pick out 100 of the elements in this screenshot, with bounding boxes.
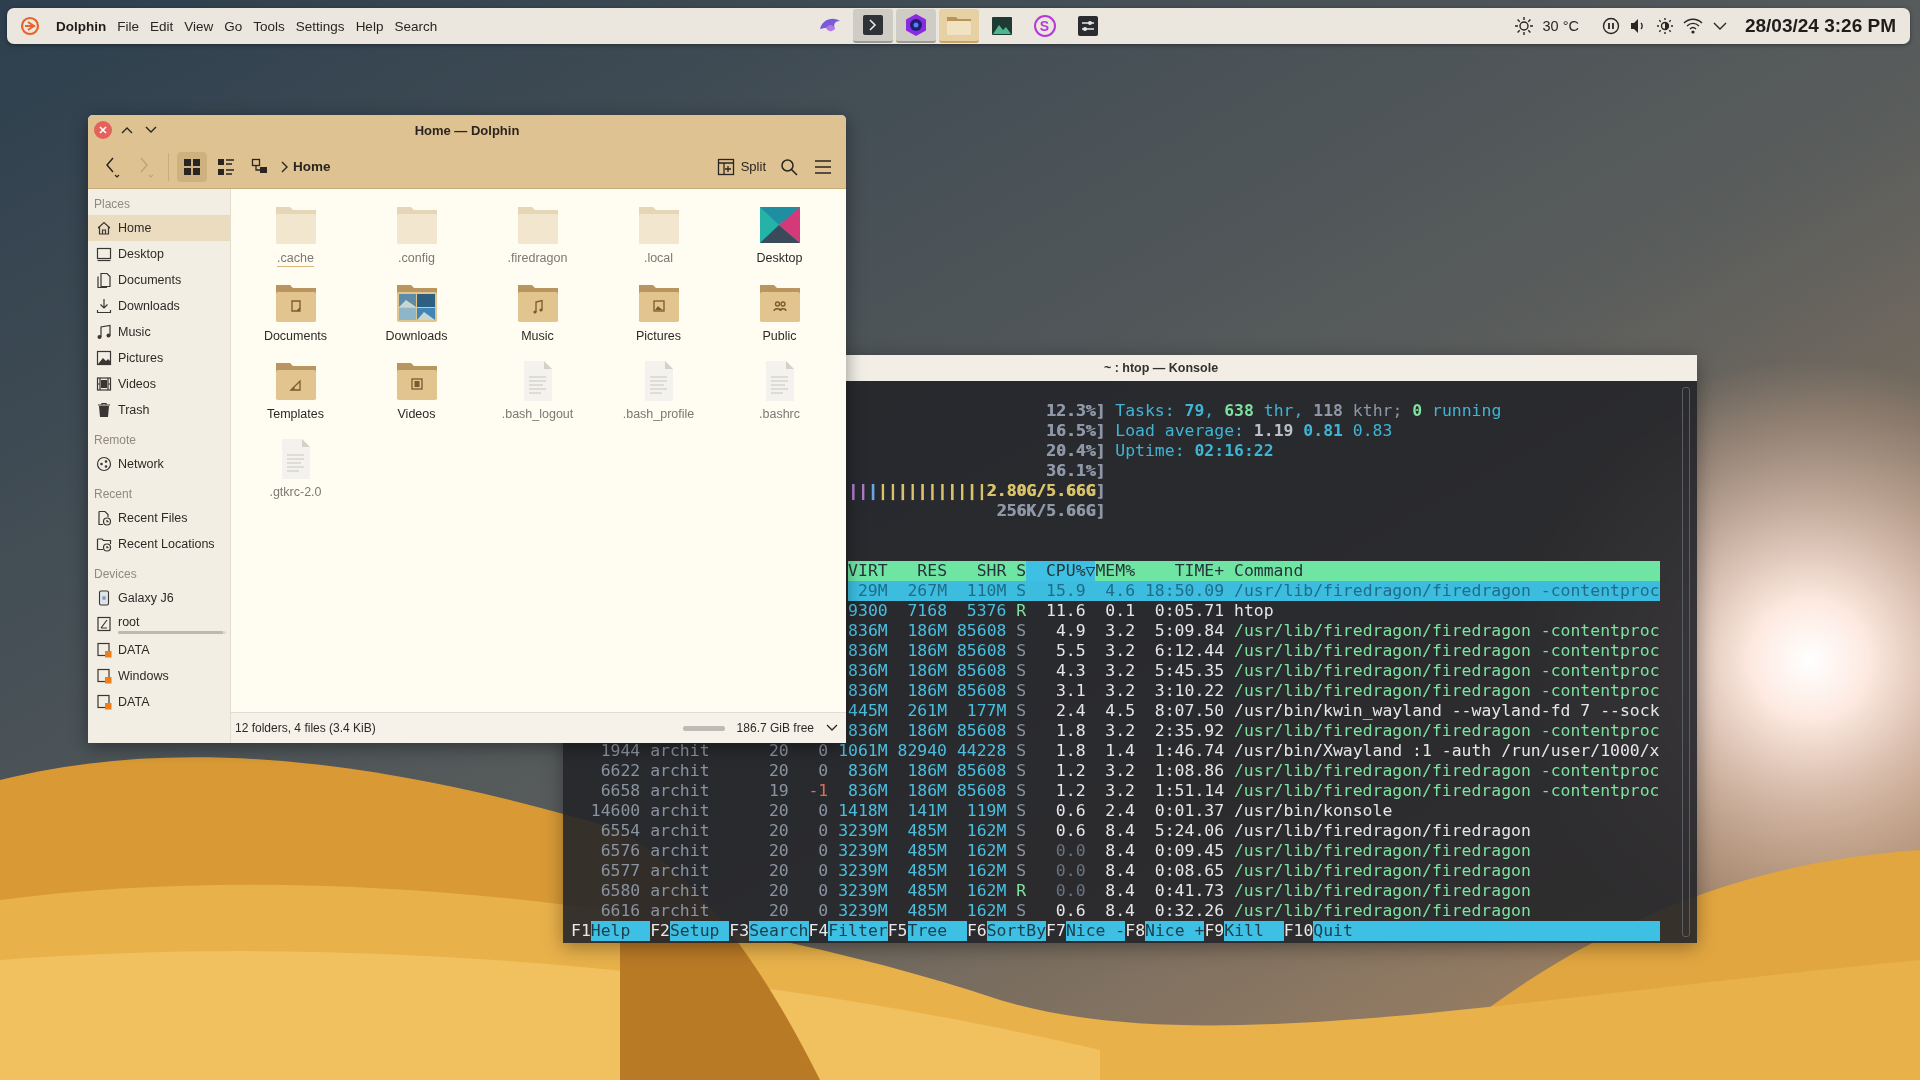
column-header[interactable]: CPU%: [1045, 561, 1086, 580]
function-key-label[interactable]: Help: [590, 921, 651, 941]
breadcrumb-item[interactable]: Home: [293, 159, 331, 174]
file-name[interactable]: .local: [643, 250, 674, 266]
taskbar-button[interactable]: [852, 9, 893, 43]
sidebar-item[interactable]: Recent Locations: [88, 531, 230, 557]
function-key[interactable]: F4: [808, 921, 829, 941]
column-header[interactable]: VIRT: [848, 561, 888, 580]
file-name[interactable]: .bash_logout: [501, 406, 574, 422]
drive-icon: [96, 642, 112, 658]
chevron-right-icon: [279, 159, 289, 174]
logo-icon[interactable]: [19, 15, 41, 37]
column-header[interactable]: S: [1016, 561, 1027, 580]
function-key[interactable]: F1: [571, 921, 591, 941]
function-key-label[interactable]: Kill: [1224, 921, 1284, 941]
pause-icon[interactable]: [1601, 17, 1620, 35]
clock[interactable]: 28/03/24 3:26 PM: [1744, 15, 1896, 37]
command-cell: /usr/lib/firedragon/firedragon -contentproc: [1234, 621, 1660, 640]
function-key-label[interactable]: Nice -: [1065, 921, 1126, 941]
function-key[interactable]: F3: [729, 921, 750, 941]
sidebar-item[interactable]: Music: [88, 319, 230, 345]
column-header[interactable]: MEM%: [1095, 561, 1136, 580]
function-key[interactable]: F8: [1125, 921, 1146, 941]
file-name[interactable]: .bash_profile: [622, 406, 695, 422]
file-name[interactable]: Templates: [267, 406, 324, 422]
file-name[interactable]: .cache: [277, 250, 314, 267]
menu-item[interactable]: Help: [355, 18, 384, 34]
column-header[interactable]: SHR: [976, 561, 1007, 580]
function-key-label[interactable]: Tree: [907, 921, 967, 941]
file-name[interactable]: .config: [398, 250, 435, 266]
menu-item[interactable]: Settings: [295, 18, 345, 34]
close-button[interactable]: [94, 121, 112, 139]
sidebar-item[interactable]: Recent Files: [88, 505, 230, 531]
zoom-slider[interactable]: [682, 725, 725, 731]
wifi-icon[interactable]: [1682, 17, 1703, 35]
file-name[interactable]: Pictures: [635, 328, 682, 344]
menu-item[interactable]: View: [184, 18, 214, 34]
file-name[interactable]: .bashrc: [759, 406, 800, 422]
menu-item[interactable]: File: [117, 18, 139, 34]
cpu-cell: 4.3: [1055, 661, 1086, 680]
state-cell: S: [1016, 641, 1027, 660]
function-key-label[interactable]: Search: [749, 921, 809, 941]
sidebar-item[interactable]: Network: [88, 451, 230, 477]
sidebar-item[interactable]: Pictures: [88, 345, 230, 371]
file-name[interactable]: Documents: [263, 328, 328, 344]
file-name[interactable]: .firedragon: [507, 250, 568, 266]
brightness-icon[interactable]: [1655, 17, 1674, 35]
function-key-label[interactable]: Quit: [1313, 921, 1660, 941]
column-header[interactable]: Command: [1234, 561, 1304, 580]
sidebar-item[interactable]: Documents: [88, 267, 230, 293]
file-name[interactable]: Desktop: [756, 250, 803, 266]
taskbar-button[interactable]: S: [1024, 9, 1065, 43]
column-header[interactable]: RES: [917, 561, 948, 580]
sidebar-item[interactable]: Downloads: [88, 293, 230, 319]
sidebar-item[interactable]: Windows: [88, 663, 230, 689]
split-button[interactable]: Split: [712, 151, 770, 182]
function-key-label[interactable]: SortBy: [986, 921, 1047, 941]
menu-item[interactable]: Tools: [253, 18, 285, 34]
scrollbar[interactable]: [1682, 387, 1690, 937]
priority-cell: 20: [768, 841, 789, 860]
function-key[interactable]: F5: [887, 921, 908, 941]
priority-cell: 19: [768, 781, 789, 800]
function-key[interactable]: F6: [966, 921, 987, 941]
function-key-label[interactable]: Setup: [669, 921, 730, 941]
dropdown-caret-icon[interactable]: [826, 724, 838, 732]
free-space-label[interactable]: 186.7 GiB free: [736, 721, 814, 735]
sidebar-item[interactable]: Galaxy J6: [88, 585, 230, 611]
column-header[interactable]: TIME+: [1174, 561, 1225, 580]
cpu-cell: 3.1: [1055, 681, 1086, 700]
file-name[interactable]: Downloads: [385, 328, 448, 344]
file-name[interactable]: Public: [762, 328, 797, 344]
function-key[interactable]: F2: [650, 921, 670, 941]
command-cell: /usr/lib/firedragon/firedragon -contentproc: [1234, 661, 1660, 680]
file-name[interactable]: .gtkrc-2.0: [269, 484, 322, 500]
sidebar-item[interactable]: DATA: [88, 637, 230, 663]
taskbar-button[interactable]: [895, 9, 936, 43]
file-name[interactable]: Music: [521, 328, 554, 344]
mem-cell: 8.4: [1105, 841, 1135, 860]
sidebar-item[interactable]: root: [88, 611, 230, 637]
sidebar-item[interactable]: Home: [88, 215, 230, 241]
mem-cell: 3.2: [1105, 781, 1135, 800]
file-name[interactable]: Videos: [397, 406, 436, 422]
res-cell: 141M: [907, 801, 947, 820]
sidebar-item[interactable]: Videos: [88, 371, 230, 397]
command-cell: /usr/lib/firedragon/firedragon: [1233, 881, 1531, 900]
menu-item[interactable]: Search: [394, 18, 438, 34]
function-key[interactable]: F7: [1046, 921, 1066, 941]
chevron-down-icon[interactable]: [1711, 20, 1728, 32]
menu-item[interactable]: Edit: [150, 18, 174, 34]
icons-view-button[interactable]: [177, 151, 207, 182]
function-key[interactable]: F9: [1204, 921, 1225, 941]
sun-icon[interactable]: [1513, 16, 1534, 36]
function-key-label[interactable]: Nice +: [1145, 921, 1205, 941]
function-key[interactable]: F10: [1283, 921, 1314, 941]
sidebar-item[interactable]: Desktop: [88, 241, 230, 267]
sidebar-item[interactable]: DATA: [88, 689, 230, 715]
menu-item[interactable]: Go: [224, 18, 243, 34]
sidebar-item[interactable]: Trash: [88, 397, 230, 423]
function-key-label[interactable]: Filter: [828, 921, 888, 941]
mem-cell: 4.5: [1105, 701, 1136, 720]
